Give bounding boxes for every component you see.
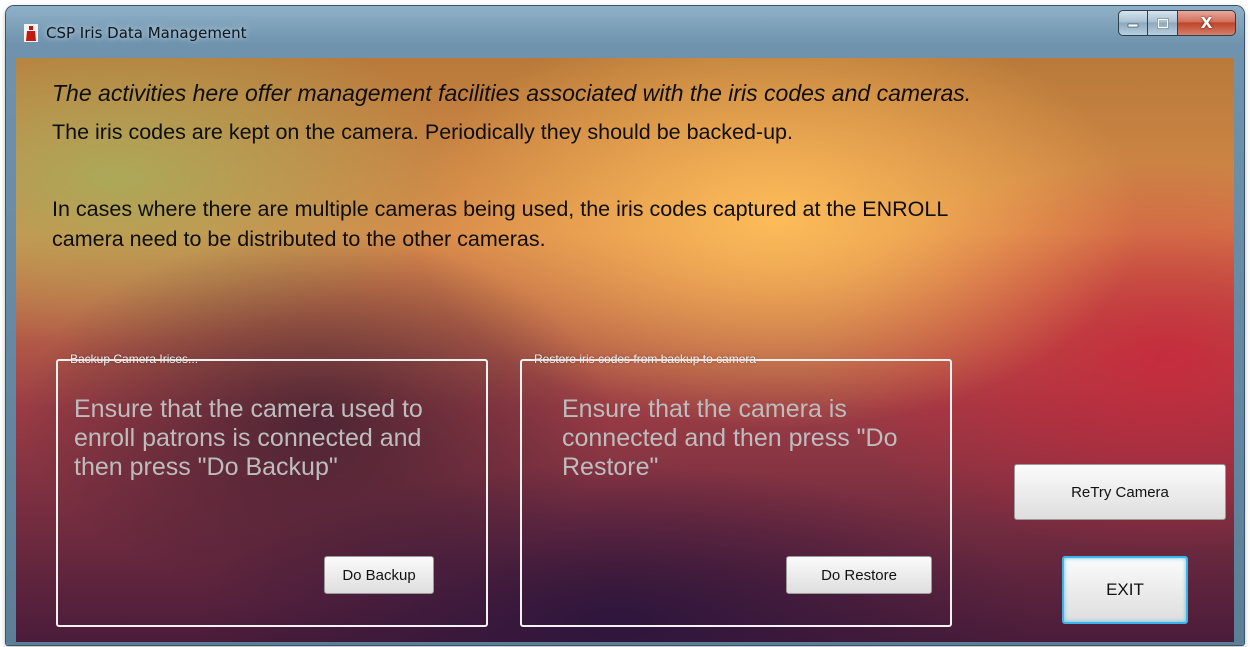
backup-groupbox-legend: Backup Camera Irises... [70, 352, 199, 366]
close-icon: X [1200, 14, 1213, 32]
restore-instructions: Ensure that the camera is connected and … [562, 395, 898, 481]
do-restore-button[interactable]: Do Restore [786, 556, 932, 594]
retry-camera-button[interactable]: ReTry Camera [1014, 464, 1226, 520]
intro-headline: The activities here offer management fac… [52, 80, 972, 106]
exit-button[interactable]: EXIT [1062, 556, 1188, 624]
backup-groupbox: Backup Camera Irises... Ensure that the … [56, 352, 488, 627]
do-backup-button[interactable]: Do Backup [324, 556, 434, 594]
app-bottle-icon [24, 24, 38, 42]
caption-buttons: X [1118, 10, 1236, 38]
client-area: The activities here offer management fac… [16, 58, 1234, 642]
app-window: CSP Iris Data Management X The activitie… [6, 6, 1244, 645]
maximize-button[interactable] [1148, 10, 1178, 36]
restore-groupbox: Restore iris codes from backup to camera… [520, 352, 952, 627]
backup-instructions: Ensure that the camera used to enroll pa… [74, 395, 423, 481]
window-title: CSP Iris Data Management [46, 24, 247, 42]
distribution-note: In cases where there are multiple camera… [52, 197, 948, 251]
backup-note: The iris codes are kept on the camera. P… [52, 120, 793, 144]
minimize-button[interactable] [1118, 10, 1148, 36]
close-button[interactable]: X [1178, 10, 1236, 36]
minimize-icon [1127, 23, 1139, 28]
restore-groupbox-legend: Restore iris codes from backup to camera [534, 352, 757, 366]
title-bar[interactable]: CSP Iris Data Management X [6, 6, 1244, 46]
maximize-icon [1156, 17, 1169, 29]
